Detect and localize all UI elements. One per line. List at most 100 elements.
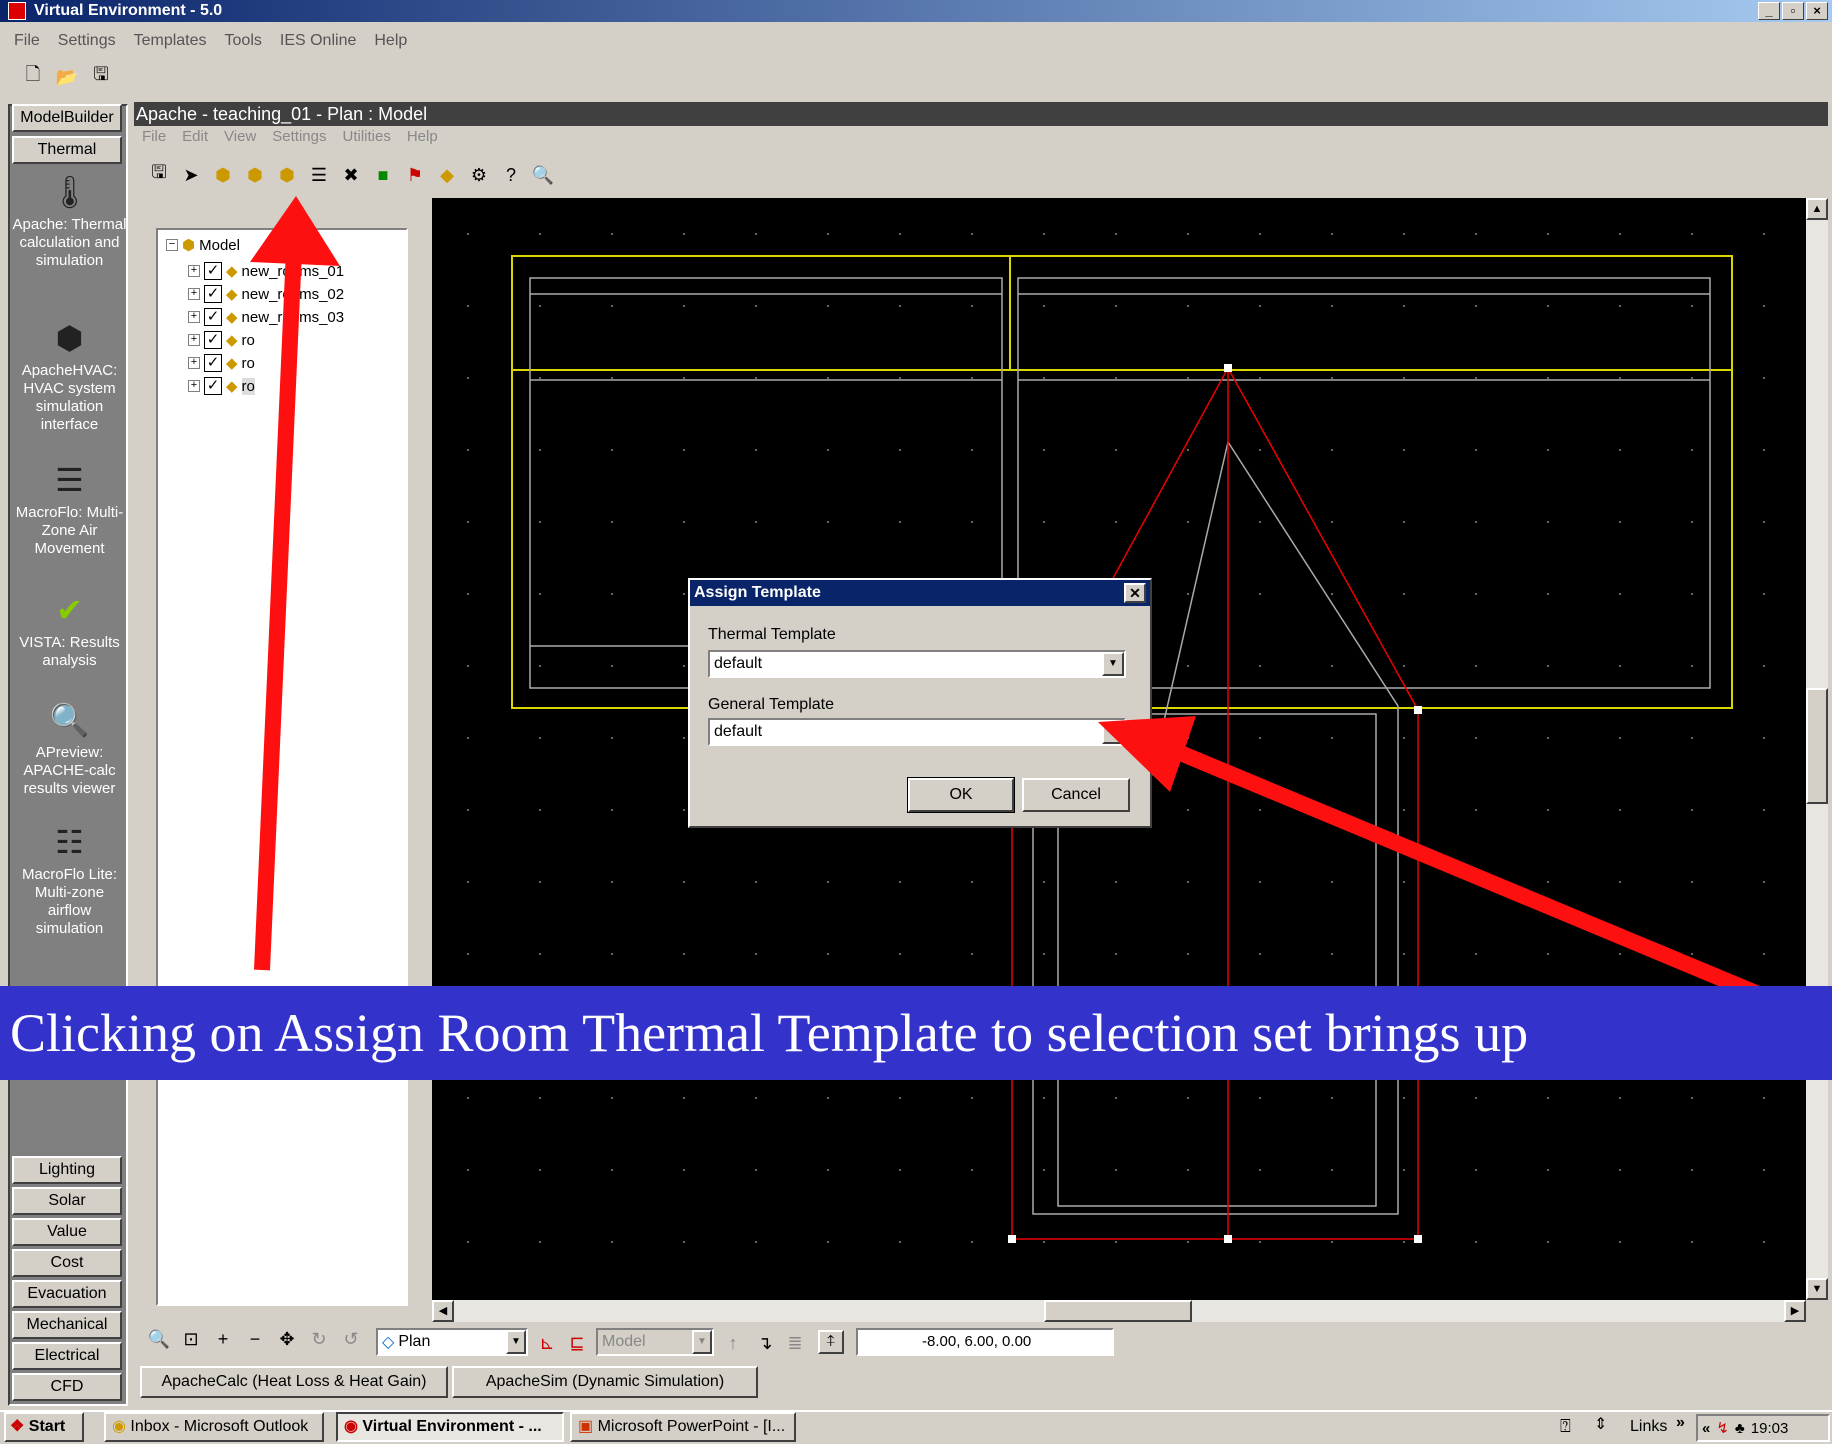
profile-icon[interactable]: ⚙ <box>466 162 492 188</box>
room-data-icon[interactable]: ◆ <box>434 162 460 188</box>
tool-vista[interactable]: ✔ VISTA: Results analysis <box>12 590 127 670</box>
assign-room-icon[interactable]: ⬢ <box>210 162 236 188</box>
list-icon[interactable]: ☰ <box>306 162 332 188</box>
chevron-down-icon[interactable]: ▼ <box>506 1330 526 1354</box>
axis-icon[interactable]: ⊾ <box>534 1330 560 1356</box>
save-icon[interactable]: 🖫 <box>88 64 114 90</box>
child-menu-settings[interactable]: Settings <box>272 128 326 145</box>
help-icon[interactable]: ⍰ <box>1560 1416 1571 1437</box>
start-button[interactable]: ❖ Start <box>4 1412 84 1442</box>
close-button[interactable]: × <box>1806 2 1828 20</box>
dialog-close-button[interactable]: ✕ <box>1124 583 1146 603</box>
tab-apachesim[interactable]: ApacheSim (Dynamic Simulation) <box>452 1366 758 1398</box>
child-menu-edit[interactable]: Edit <box>182 128 208 145</box>
assign-thermal-template-icon[interactable]: ⬢ <box>274 162 300 188</box>
tools-icon[interactable]: ✖ <box>338 162 364 188</box>
tree-item[interactable]: + ✓ ◆ ro <box>188 329 255 351</box>
child-menu-help[interactable]: Help <box>407 128 438 145</box>
menu-settings[interactable]: Settings <box>58 32 116 50</box>
thermal-template-select[interactable]: default ▼ <box>708 650 1126 678</box>
tool-macroflo[interactable]: ☰ MacroFlo: Multi-Zone Air Movement <box>12 460 127 558</box>
scroll-up-button[interactable]: ▲ <box>1806 198 1828 220</box>
view-select[interactable]: ◇ Plan ▼ <box>376 1328 528 1356</box>
chevron-down-icon[interactable]: ▼ <box>692 1330 712 1354</box>
taskbar-outlook[interactable]: ◉ Inbox - Microsoft Outlook <box>104 1412 324 1442</box>
scroll-left-button[interactable]: ◀ <box>432 1300 454 1322</box>
tab-electrical[interactable]: Electrical <box>12 1342 122 1370</box>
tree-item[interactable]: + ✓ ◆ new_rooms_03 <box>188 306 344 328</box>
visibility-checkbox[interactable]: ✓ <box>204 377 222 395</box>
scroll-down-button[interactable]: ▼ <box>1806 1278 1828 1300</box>
tool-apreview[interactable]: 🔍 APreview: APACHE-calc results viewer <box>12 700 127 798</box>
cancel-button[interactable]: Cancel <box>1022 778 1130 812</box>
layer-select[interactable]: Model ▼ <box>596 1328 714 1356</box>
expand-icon[interactable]: + <box>188 288 200 300</box>
tray-expand-icon[interactable]: « <box>1702 1420 1710 1437</box>
tree-root[interactable]: − ⬢ Model <box>166 236 240 254</box>
pointer-icon[interactable]: ➤ <box>178 162 204 188</box>
menu-ies-online[interactable]: IES Online <box>280 32 356 50</box>
tab-value[interactable]: Value <box>12 1218 122 1246</box>
tab-apachecalc[interactable]: ApacheCalc (Heat Loss & Heat Gain) <box>140 1366 448 1398</box>
tab-solar[interactable]: Solar <box>12 1187 122 1215</box>
taskbar-powerpoint[interactable]: ▣ Microsoft PowerPoint - [I... <box>570 1412 796 1442</box>
tool-macroflo-lite[interactable]: ☷ MacroFlo Lite: Multi-zone airflow simu… <box>12 822 127 938</box>
scroll-thumb[interactable] <box>1806 688 1828 804</box>
expand-icon[interactable]: + <box>188 334 200 346</box>
level-up-icon[interactable]: ↑ <box>720 1330 746 1356</box>
horizontal-scrollbar[interactable]: ◀ ▶ <box>432 1300 1806 1322</box>
zoom-in-icon[interactable]: + <box>210 1326 236 1352</box>
child-menu-file[interactable]: File <box>142 128 166 145</box>
general-template-select[interactable]: default ▼ <box>708 718 1126 746</box>
level-down-icon[interactable]: ↴ <box>752 1330 778 1356</box>
tab-cfd[interactable]: CFD <box>12 1373 122 1401</box>
restore-button[interactable]: ▫ <box>1782 2 1804 20</box>
minimize-button[interactable]: _ <box>1758 2 1780 20</box>
ok-button[interactable]: OK <box>907 777 1015 813</box>
zoom-extents-icon[interactable]: ⊡ <box>178 1326 204 1352</box>
taskbar-virtual-environment[interactable]: ◉ Virtual Environment - ... <box>336 1412 564 1442</box>
expand-icon[interactable]: + <box>188 380 200 392</box>
tab-modelbuilder[interactable]: ModelBuilder <box>12 104 122 132</box>
collapse-icon[interactable]: − <box>166 239 178 251</box>
tab-mechanical[interactable]: Mechanical <box>12 1311 122 1339</box>
zoom-out-icon[interactable]: − <box>242 1326 268 1352</box>
tree-item[interactable]: + ✓ ◆ ro <box>188 375 255 397</box>
visibility-checkbox[interactable]: ✓ <box>204 308 222 326</box>
expand-icon[interactable]: + <box>188 311 200 323</box>
stack-icon[interactable]: ≣ <box>782 1330 808 1356</box>
scroll-right-button[interactable]: ▶ <box>1784 1300 1806 1322</box>
menu-file[interactable]: File <box>14 32 40 50</box>
save-icon[interactable]: 🖫 <box>146 162 172 188</box>
tool-apache[interactable]: 🌡 Apache: Thermal calculation and simula… <box>12 172 127 270</box>
tab-thermal[interactable]: Thermal <box>12 136 122 164</box>
tool-apachehvac[interactable]: ⬢ ApacheHVAC: HVAC system simulation int… <box>12 318 127 434</box>
expand-icon[interactable]: + <box>188 265 200 277</box>
open-folder-icon[interactable]: 📂 <box>54 64 80 90</box>
zoom-window-icon[interactable]: 🔍 <box>146 1326 172 1352</box>
rotate-icon[interactable]: ↻ <box>306 1326 332 1352</box>
visibility-checkbox[interactable]: ✓ <box>204 354 222 372</box>
snap-icon[interactable]: ⊑ <box>564 1330 590 1356</box>
flag-icon[interactable]: ⚑ <box>402 162 428 188</box>
search-icon[interactable]: 🔍 <box>530 162 556 188</box>
construction-icon[interactable]: ■ <box>370 162 396 188</box>
north-arrow-icon[interactable]: ⍏ <box>818 1330 844 1354</box>
menu-templates[interactable]: Templates <box>134 32 207 50</box>
vertical-scrollbar[interactable]: ▲ ▼ <box>1806 198 1828 1300</box>
visibility-checkbox[interactable]: ✓ <box>204 262 222 280</box>
language-icon[interactable]: ⇕ <box>1594 1414 1607 1434</box>
tree-item[interactable]: + ✓ ◆ ro <box>188 352 255 374</box>
tab-evacuation[interactable]: Evacuation <box>12 1280 122 1308</box>
links-label[interactable]: Links <box>1630 1418 1667 1436</box>
hscroll-thumb[interactable] <box>1044 1300 1192 1322</box>
child-menu-view[interactable]: View <box>224 128 256 145</box>
chevron-down-icon[interactable]: ▼ <box>1102 652 1124 676</box>
menu-help[interactable]: Help <box>374 32 407 50</box>
tree-item[interactable]: + ✓ ◆ new_rooms_02 <box>188 283 344 305</box>
child-menu-utilities[interactable]: Utilities <box>342 128 390 145</box>
orbit-icon[interactable]: ↺ <box>338 1326 364 1352</box>
tab-lighting[interactable]: Lighting <box>12 1156 122 1184</box>
chevron-down-icon[interactable]: ▼ <box>1102 720 1124 744</box>
links-chevron-icon[interactable]: » <box>1676 1414 1685 1432</box>
